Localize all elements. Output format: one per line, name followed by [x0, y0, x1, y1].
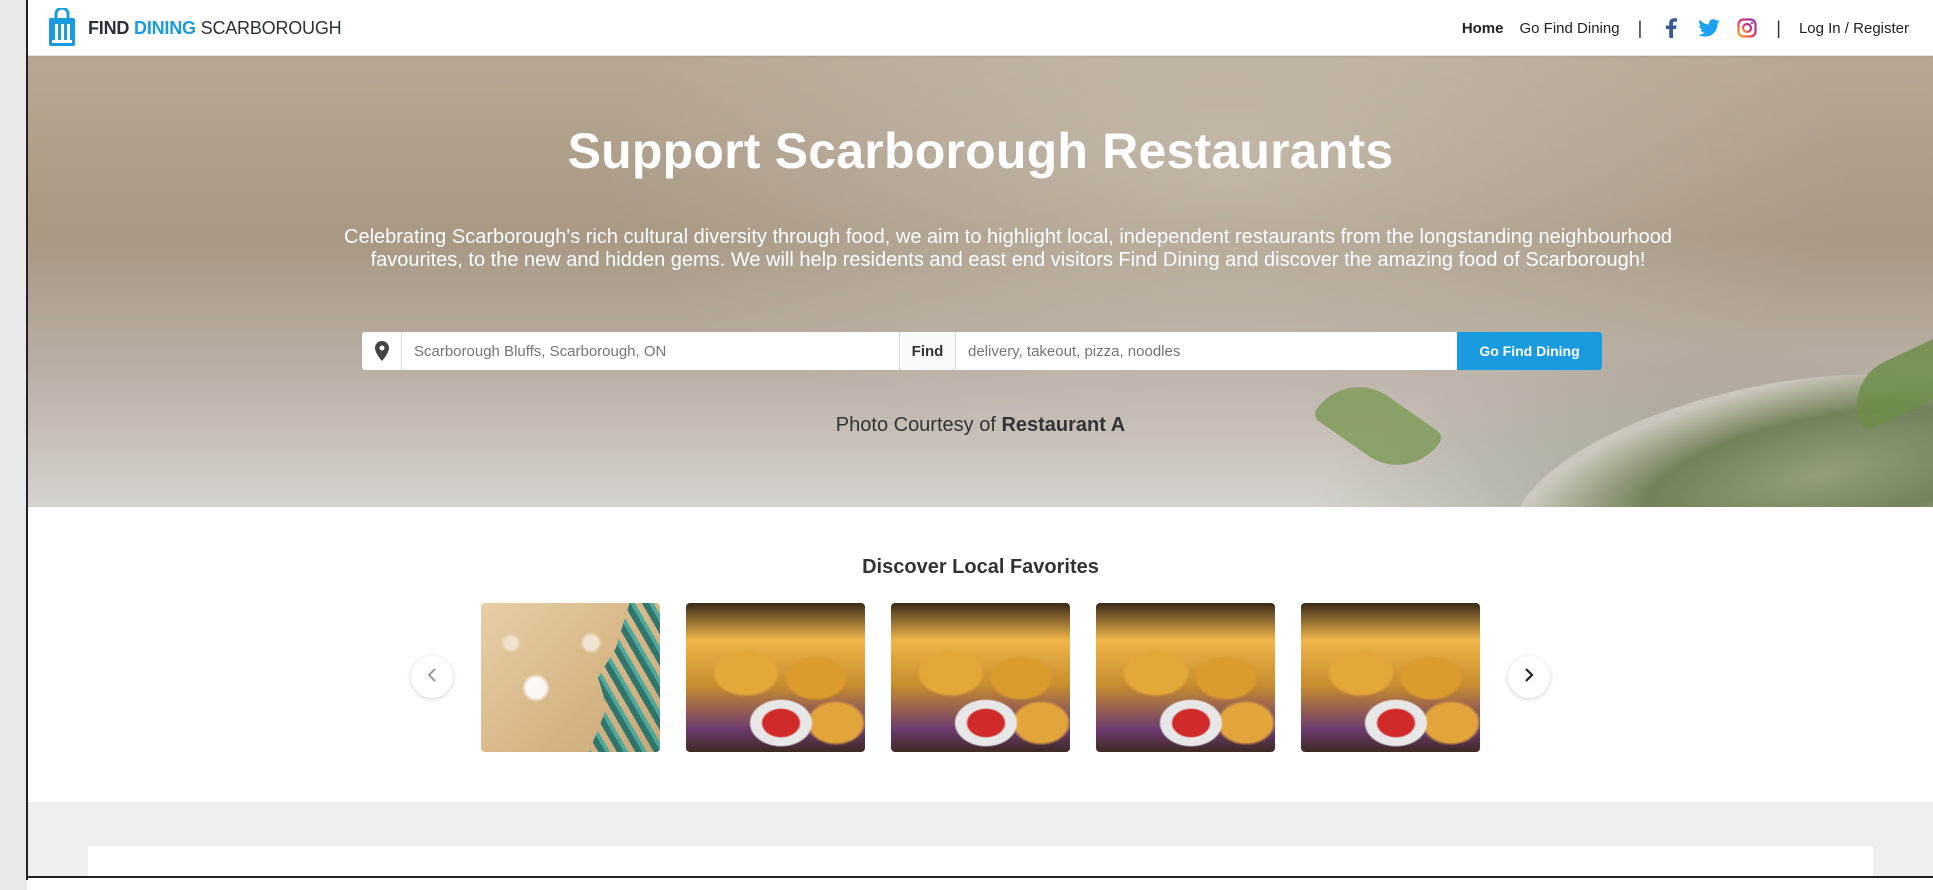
- map-pin-icon: [362, 332, 402, 370]
- carousel-prev-button[interactable]: [411, 656, 453, 698]
- logo-text-dining: DINING: [134, 17, 196, 38]
- site-logo[interactable]: FIND DINING SCARBOROUGH: [46, 6, 342, 48]
- nav-separator: |: [1637, 17, 1643, 38]
- content-panel: [88, 846, 1873, 876]
- discover-title: Discover Local Favorites: [862, 556, 1099, 578]
- carousel-card[interactable]: [481, 603, 660, 752]
- site-header: FIND DINING SCARBOROUGH Home Go Find Din…: [28, 0, 1933, 56]
- find-label: Find: [900, 332, 956, 370]
- discover-section: Discover Local Favorites: [28, 507, 1933, 802]
- logo-text-scarborough: SCARBOROUGH: [200, 17, 342, 38]
- shopping-bag-logo-icon: [46, 6, 78, 48]
- chevron-right-icon: [1524, 667, 1534, 688]
- chevron-left-icon: [427, 667, 437, 688]
- main-nav: Home Go Find Dining | | Log In / Registe…: [1462, 0, 1909, 56]
- carousel-card[interactable]: [891, 603, 1070, 752]
- logo-text: FIND DINING SCARBOROUGH: [88, 17, 342, 39]
- nav-home-link[interactable]: Home: [1462, 20, 1504, 37]
- go-find-dining-button[interactable]: Go Find Dining: [1457, 332, 1602, 370]
- photo-credit-prefix: Photo Courtesy of: [835, 414, 996, 436]
- social-links: [1660, 17, 1758, 39]
- hero-description: Celebrating Scarborough's rich cultural …: [344, 226, 1672, 271]
- content-section: [28, 802, 1933, 876]
- carousel-card[interactable]: [686, 603, 865, 752]
- holiday-tree-image: [589, 603, 660, 752]
- login-register-link[interactable]: Log In / Register: [1799, 20, 1909, 37]
- twitter-icon[interactable]: [1698, 17, 1721, 39]
- photo-credit: Photo Courtesy of Restaurant A: [28, 414, 1933, 437]
- carousel-track: [481, 603, 1480, 752]
- page: FIND DINING SCARBOROUGH Home Go Find Din…: [28, 0, 1933, 878]
- photo-credit-restaurant[interactable]: Restaurant A: [1001, 414, 1125, 436]
- carousel-card[interactable]: [1096, 603, 1275, 752]
- location-input[interactable]: [402, 332, 900, 370]
- instagram-icon[interactable]: [1736, 17, 1758, 39]
- carousel-next-button[interactable]: [1508, 656, 1550, 698]
- nav-separator: |: [1776, 17, 1781, 38]
- nav-go-find-dining-link[interactable]: Go Find Dining: [1520, 20, 1620, 37]
- search-bar: Find Go Find Dining: [362, 332, 1602, 370]
- search-query-input[interactable]: [956, 332, 1457, 370]
- logo-text-find: FIND: [88, 17, 130, 38]
- facebook-icon[interactable]: [1660, 17, 1682, 39]
- hero-title: Support Scarborough Restaurants: [567, 123, 1394, 179]
- hero-section: Support Scarborough Restaurants Celebrat…: [28, 56, 1933, 507]
- window-gutter: [0, 0, 27, 890]
- carousel-card[interactable]: [1301, 603, 1480, 752]
